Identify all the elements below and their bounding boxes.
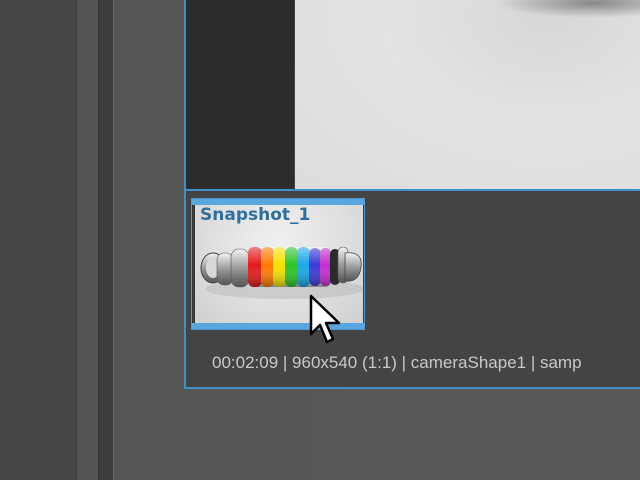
snapshot-strip-divider [186, 189, 640, 191]
left-panel [0, 0, 76, 480]
render-image [294, 0, 640, 189]
render-view-margin [186, 0, 294, 189]
panel-divider[interactable] [98, 0, 114, 480]
render-status-info: 00:02:09 | 960x540 (1:1) | cameraShape1 … [212, 353, 582, 372]
render-view-window: Snapshot_1 00:02:09 | 960x540 (1:1) | ca… [184, 0, 640, 389]
app-root: Snapshot_1 00:02:09 | 960x540 (1:1) | ca… [0, 0, 640, 480]
render-shadow-detail [495, 0, 640, 18]
arrow-cursor-icon [308, 294, 342, 346]
snapshot-title: Snapshot_1 [200, 205, 311, 225]
panel-splitter[interactable] [76, 0, 99, 480]
